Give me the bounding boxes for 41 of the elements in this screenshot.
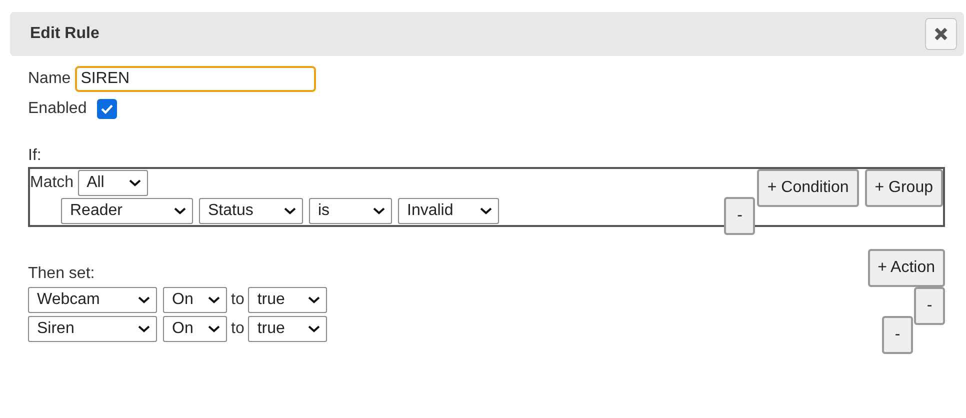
dropdown[interactable]: All — [78, 170, 148, 196]
checkbox[interactable] — [96, 99, 117, 119]
chevron-icon — [128, 179, 141, 187]
chevron-icon — [308, 296, 320, 304]
dropdown[interactable]: true — [248, 316, 328, 342]
close-icon — [934, 27, 948, 41]
section-label: Then set: — [28, 265, 95, 283]
remove-button[interactable]: - — [914, 287, 945, 325]
chevron-icon — [480, 207, 492, 215]
input-field[interactable]: SIREN — [74, 66, 316, 92]
dropdown[interactable]: is — [309, 198, 392, 224]
dropdown[interactable]: Webcam — [28, 287, 157, 313]
chevron-icon — [138, 325, 150, 333]
check-icon — [100, 104, 113, 114]
add-button[interactable]: + Action — [868, 249, 945, 287]
connector-text: to — [231, 319, 244, 339]
add-button[interactable]: + Condition — [757, 169, 859, 207]
chevron-icon — [208, 325, 220, 333]
dialog-title: Edit Rule — [30, 25, 100, 43]
dropdown[interactable]: Siren — [28, 316, 157, 342]
add-button[interactable]: + Group — [864, 169, 943, 207]
chevron-icon — [284, 207, 296, 215]
checkbox-label: Enabled — [28, 100, 87, 118]
close-button[interactable] — [925, 18, 957, 50]
remove-button[interactable]: - — [882, 316, 913, 354]
chevron-icon — [373, 207, 385, 215]
chevron-icon — [308, 325, 320, 333]
chevron-icon — [138, 296, 150, 304]
remove-button[interactable]: - — [724, 197, 756, 235]
section-label: If: — [28, 147, 42, 165]
dropdown[interactable]: Status — [199, 198, 303, 224]
dropdown[interactable]: Invalid — [398, 198, 499, 224]
field-label: Name — [28, 70, 71, 88]
dropdown[interactable]: Reader — [61, 198, 193, 224]
dropdown[interactable]: true — [248, 287, 328, 313]
chevron-icon — [174, 207, 186, 215]
chevron-icon — [208, 296, 220, 304]
dropdown[interactable]: On — [163, 316, 227, 342]
connector-text: to — [231, 290, 244, 310]
match-label: Match — [30, 174, 74, 192]
dropdown[interactable]: On — [163, 287, 227, 313]
